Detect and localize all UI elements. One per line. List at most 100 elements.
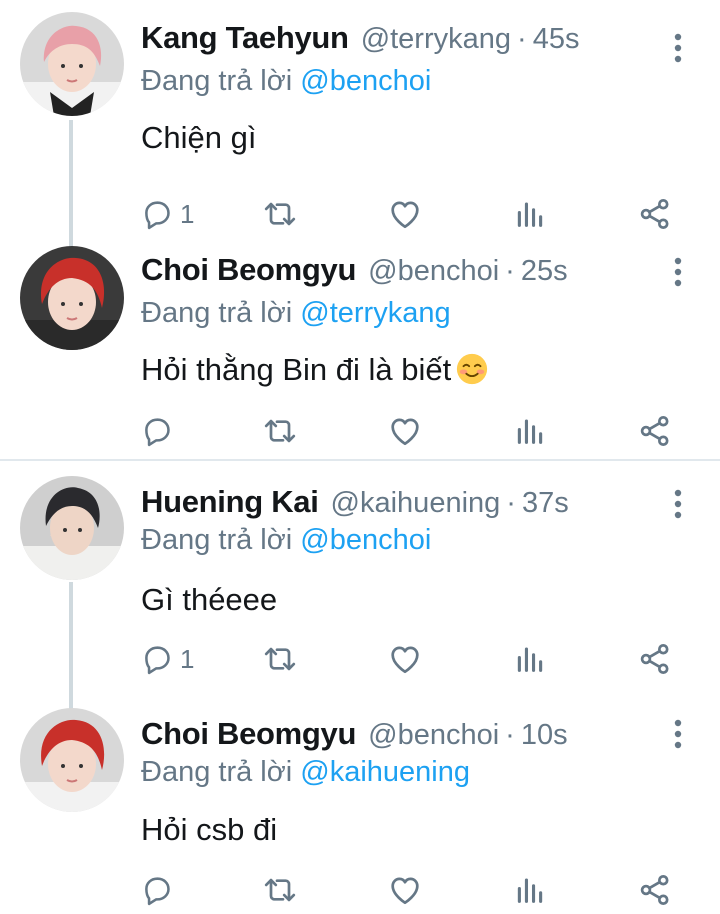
- more-options-icon[interactable]: [668, 28, 688, 68]
- avatar-dark-hair-icon: [20, 476, 124, 580]
- reply-icon: [140, 197, 174, 231]
- analytics-icon: [513, 873, 547, 907]
- share-button[interactable]: [637, 407, 673, 455]
- replying-to: Đang trả lời @benchoi: [141, 524, 431, 557]
- timestamp[interactable]: 10s: [521, 719, 568, 752]
- like-icon: [387, 413, 423, 449]
- retweet-button[interactable]: [262, 407, 298, 455]
- tweet[interactable]: Huening Kai @kaihuening · 37s Đang trả l…: [0, 476, 720, 694]
- separator-dot: ·: [517, 23, 527, 55]
- tweet-text: Gì théeee: [141, 582, 278, 617]
- avatar[interactable]: [20, 246, 124, 350]
- analytics-button[interactable]: [513, 866, 547, 914]
- replying-to: Đang trả lời @terrykang: [141, 297, 451, 330]
- timestamp[interactable]: 45s: [533, 23, 580, 56]
- more-options-icon[interactable]: [668, 484, 688, 524]
- tweet-header: Choi Beomgyu @benchoi · 25s: [141, 252, 568, 296]
- tweet[interactable]: Kang Taehyun @terrykang · 45s Đang trả l…: [0, 12, 720, 240]
- more-options-icon[interactable]: [668, 252, 688, 292]
- display-name[interactable]: Choi Beomgyu: [141, 716, 356, 752]
- retweet-icon: [262, 413, 298, 449]
- reply-icon: [140, 642, 174, 676]
- reply-button[interactable]: [140, 407, 180, 455]
- replying-label: Đang trả lời: [141, 297, 293, 329]
- share-icon: [637, 413, 673, 449]
- replying-to: Đang trả lời @benchoi: [141, 65, 431, 98]
- tweet-text-content: Hỏi thằng Bin đi là biết: [141, 352, 452, 387]
- share-button[interactable]: [637, 190, 673, 238]
- timestamp[interactable]: 37s: [522, 487, 569, 520]
- replying-label: Đang trả lời: [141, 524, 293, 556]
- retweet-icon: [262, 196, 298, 232]
- like-icon: [387, 196, 423, 232]
- reply-button[interactable]: [140, 866, 180, 914]
- reply-button[interactable]: 1: [140, 635, 194, 683]
- share-icon: [637, 641, 673, 677]
- display-name[interactable]: Choi Beomgyu: [141, 252, 356, 288]
- reply-icon: [140, 873, 174, 907]
- analytics-icon: [513, 414, 547, 448]
- tweet-header: Kang Taehyun @terrykang · 45s: [141, 20, 579, 64]
- more-options-icon[interactable]: [668, 714, 688, 754]
- reply-icon: [140, 414, 174, 448]
- analytics-button[interactable]: [513, 635, 547, 683]
- tweet-text: Hỏi thằng Bin đi là biết: [141, 352, 489, 388]
- mention-link[interactable]: @kaihuening: [300, 756, 470, 788]
- analytics-button[interactable]: [513, 407, 547, 455]
- retweet-button[interactable]: [262, 635, 298, 683]
- retweet-icon: [262, 872, 298, 908]
- smiling-face-emoji-icon: [457, 353, 488, 385]
- like-icon: [387, 641, 423, 677]
- divider: [0, 459, 720, 461]
- replying-label: Đang trả lời: [141, 756, 293, 788]
- retweet-icon: [262, 641, 298, 677]
- reply-count: 1: [180, 198, 195, 229]
- avatar[interactable]: [20, 708, 124, 812]
- separator-dot: ·: [505, 719, 515, 751]
- separator-dot: ·: [505, 255, 515, 287]
- username[interactable]: @kaihuening: [331, 487, 501, 520]
- display-name[interactable]: Huening Kai: [141, 484, 319, 520]
- action-bar: 1: [0, 635, 720, 683]
- share-icon: [637, 196, 673, 232]
- tweet-header: Choi Beomgyu @benchoi · 10s: [141, 716, 568, 760]
- avatar-red-hair-icon: [20, 246, 124, 350]
- tweet-text: Chiện gì: [141, 120, 257, 155]
- replying-to: Đang trả lời @kaihuening: [141, 756, 470, 789]
- like-icon: [387, 872, 423, 908]
- retweet-button[interactable]: [262, 866, 298, 914]
- avatar-pink-hair-icon: [20, 12, 124, 116]
- like-button[interactable]: [387, 190, 423, 238]
- analytics-icon: [513, 197, 547, 231]
- avatar[interactable]: [20, 12, 124, 116]
- action-bar: [0, 866, 720, 914]
- tweet-header: Huening Kai @kaihuening · 37s: [141, 484, 569, 528]
- retweet-button[interactable]: [262, 190, 298, 238]
- like-button[interactable]: [387, 407, 423, 455]
- username[interactable]: @benchoi: [368, 255, 499, 288]
- action-bar: 1: [0, 190, 720, 238]
- reply-button[interactable]: 1: [140, 190, 194, 238]
- tweet[interactable]: Choi Beomgyu @benchoi · 25s Đang trả lời…: [0, 246, 720, 457]
- mention-link[interactable]: @terrykang: [300, 297, 450, 329]
- avatar-red-hair-icon: [20, 708, 124, 812]
- action-bar: [0, 407, 720, 455]
- mention-link[interactable]: @benchoi: [300, 65, 431, 97]
- share-button[interactable]: [637, 866, 673, 914]
- username[interactable]: @terrykang: [361, 23, 511, 56]
- timestamp[interactable]: 25s: [521, 255, 568, 288]
- reply-count: 1: [180, 643, 195, 674]
- like-button[interactable]: [387, 635, 423, 683]
- analytics-icon: [513, 642, 547, 676]
- share-icon: [637, 872, 673, 908]
- display-name[interactable]: Kang Taehyun: [141, 20, 349, 56]
- separator-dot: ·: [506, 487, 516, 519]
- share-button[interactable]: [637, 635, 673, 683]
- replying-label: Đang trả lời: [141, 65, 293, 97]
- username[interactable]: @benchoi: [368, 719, 499, 752]
- like-button[interactable]: [387, 866, 423, 914]
- analytics-button[interactable]: [513, 190, 547, 238]
- mention-link[interactable]: @benchoi: [300, 524, 431, 556]
- avatar[interactable]: [20, 476, 124, 580]
- tweet[interactable]: Choi Beomgyu @benchoi · 10s Đang trả lời…: [0, 708, 720, 914]
